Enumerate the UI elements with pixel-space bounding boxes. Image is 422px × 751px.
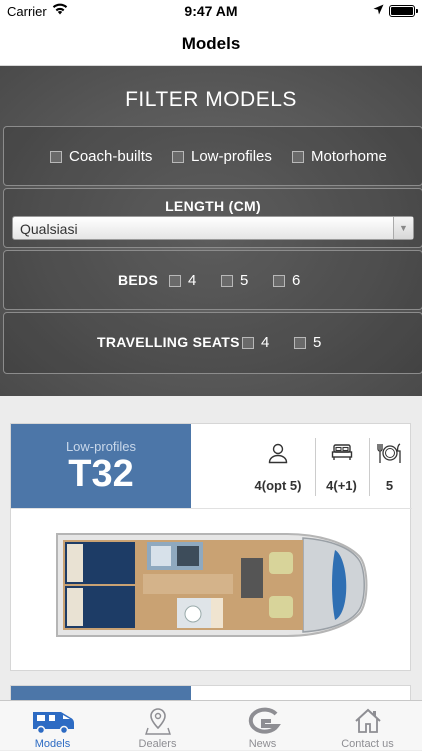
checkbox-beds-6[interactable]: 6	[273, 272, 300, 290]
checkbox-beds-4[interactable]: 4	[169, 272, 196, 290]
spec-beds: 4(+1)	[315, 438, 367, 496]
model-name: T32	[68, 453, 134, 495]
checkbox-label: 4	[261, 334, 270, 352]
checkbox-coach-builts[interactable]: Coach-builts	[50, 148, 152, 166]
bed-icon	[331, 444, 353, 466]
tab-label: Dealers	[138, 738, 177, 750]
checkbox-label: Motorhome	[311, 148, 387, 166]
checkbox-label: 4	[188, 272, 197, 290]
tab-models[interactable]: Models	[0, 701, 105, 751]
tab-news[interactable]: News	[210, 701, 315, 751]
status-time: 9:47 AM	[184, 3, 238, 19]
checkbox-beds-5[interactable]: 5	[221, 272, 248, 290]
spec-dining-value: 5	[385, 478, 394, 493]
checkbox-box[interactable]	[172, 150, 184, 163]
model-card[interactable]: Low-profiles T32 4(opt 5) 4(+1) 5	[10, 423, 412, 671]
checkbox-seats-4[interactable]: 4	[242, 334, 269, 352]
checkbox-label: Coach-builts	[69, 148, 153, 166]
tab-contact-us[interactable]: Contact us	[315, 701, 420, 751]
checkbox-box[interactable]	[50, 150, 62, 163]
status-bar: Carrier 9:47 AM	[0, 0, 422, 22]
length-select[interactable]: Qualsiasi ▼	[12, 216, 414, 240]
seats-label: TRAVELLING SEATS	[97, 334, 240, 350]
filter-type-row: Coach-builts Low-profiles Motorhome	[3, 126, 422, 186]
filter-title: FILTER MODELS	[125, 88, 297, 111]
checkbox-label: 6	[292, 272, 301, 290]
page-title: Models	[181, 34, 241, 53]
spec-seats-value: 4(opt 5)	[254, 478, 302, 493]
checkbox-label: 5	[313, 334, 322, 352]
checkbox-box[interactable]	[221, 274, 233, 287]
filter-panel: FILTER MODELS Coach-builts Low-profiles …	[0, 66, 422, 396]
tab-label: Contact us	[341, 738, 394, 750]
navigation-bar: Models	[0, 22, 422, 66]
length-label: LENGTH (CM)	[165, 198, 261, 214]
filter-seats-row: TRAVELLING SEATS 4 5	[3, 312, 422, 374]
beds-label: BEDS	[118, 272, 159, 288]
location-arrow-icon	[373, 3, 384, 18]
tab-dealers[interactable]: Dealers	[105, 701, 210, 751]
checkbox-box[interactable]	[294, 336, 306, 349]
person-icon	[267, 443, 289, 468]
length-select-value: Qualsiasi	[20, 221, 78, 237]
checkbox-seats-5[interactable]: 5	[294, 334, 321, 352]
filter-beds-row: BEDS 4 5 6	[3, 250, 422, 310]
tab-bar: Models Dealers News Contact us	[0, 700, 422, 750]
tab-label: Models	[34, 738, 71, 750]
checkbox-label: 5	[240, 272, 249, 290]
checkbox-label: Low-profiles	[191, 148, 272, 166]
checkbox-low-profiles[interactable]: Low-profiles	[172, 148, 272, 166]
floor-plan-image	[51, 526, 371, 649]
battery-icon	[389, 5, 418, 17]
checkbox-box[interactable]	[169, 274, 181, 287]
filter-length-row: LENGTH (CM) Qualsiasi ▼	[3, 188, 422, 248]
checkbox-box[interactable]	[292, 150, 304, 163]
dining-icon	[376, 443, 403, 468]
model-badge: Low-profiles T32	[11, 424, 191, 508]
chevron-down-icon[interactable]: ▼	[393, 217, 413, 239]
tab-label: News	[248, 738, 277, 750]
model-specs: 4(opt 5) 4(+1) 5	[197, 438, 409, 498]
checkbox-box[interactable]	[242, 336, 254, 349]
checkbox-box[interactable]	[273, 274, 285, 287]
card-divider	[11, 508, 412, 509]
checkbox-motorhome[interactable]: Motorhome	[292, 148, 387, 166]
spec-seats: 4(opt 5)	[243, 438, 313, 496]
spec-beds-value: 4(+1)	[326, 478, 357, 493]
model-category: Low-profiles	[65, 439, 137, 454]
spec-dining: 5	[369, 438, 409, 496]
